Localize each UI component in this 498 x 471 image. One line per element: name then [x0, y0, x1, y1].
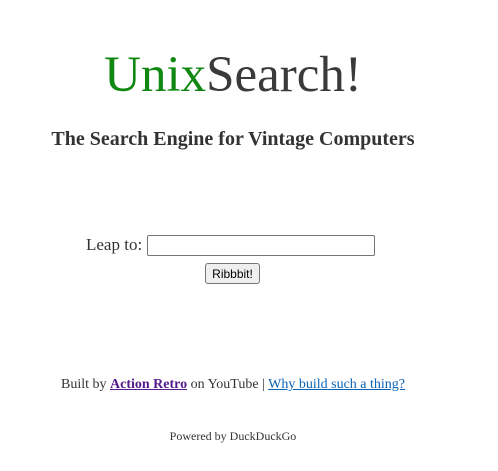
search-label: Leap to:: [86, 235, 143, 254]
action-retro-link[interactable]: Action Retro: [110, 377, 187, 392]
powered-by-text: Powered by DuckDuckGo: [169, 429, 297, 443]
search-form: Leap to:: [86, 233, 376, 257]
why-build-link[interactable]: Why build such a thing?: [268, 377, 405, 392]
logo-unix-text: Unix: [104, 47, 207, 103]
tagline: The Search Engine for Vintage Computers: [51, 128, 415, 150]
logo-search-text: Search!: [206, 47, 362, 103]
separator: |: [262, 377, 265, 392]
built-by-text: Built by: [60, 377, 107, 392]
on-youtube-text: on YouTube: [190, 377, 259, 392]
credits-line: Built by Action Retro on YouTube | Why b…: [0, 376, 466, 394]
search-input[interactable]: [147, 234, 376, 256]
site-logo: UnixSearch!: [0, 46, 466, 104]
search-submit-button[interactable]: Ribbbit!: [205, 263, 260, 284]
